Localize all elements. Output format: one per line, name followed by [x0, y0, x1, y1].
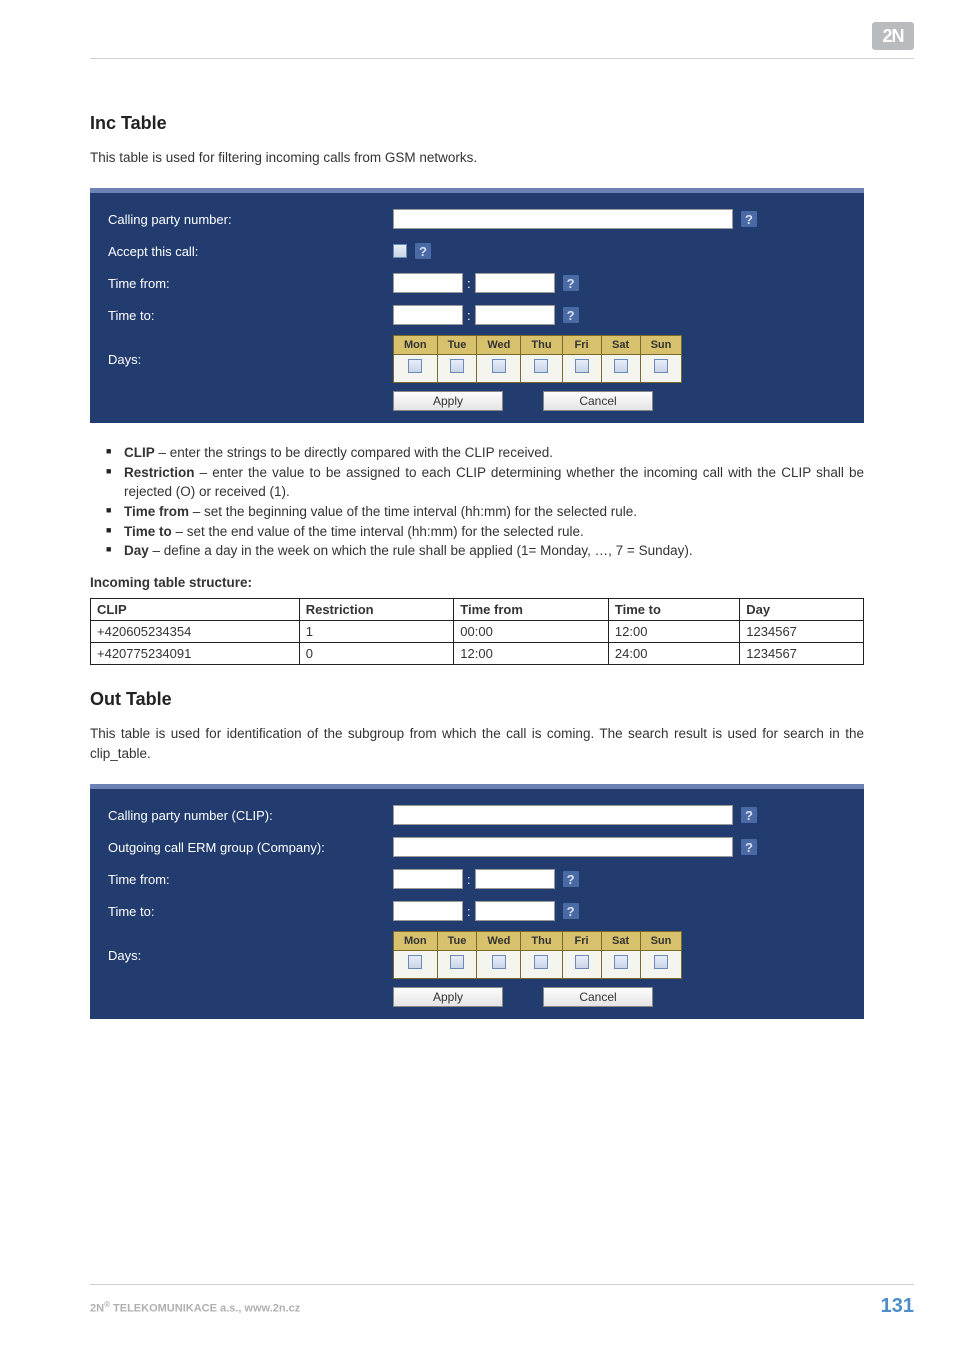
day-header: Tue — [437, 336, 477, 355]
label-days: Days: — [108, 948, 393, 963]
col-time-from: Time from — [454, 598, 609, 620]
field-descriptions: CLIP – enter the strings to be directly … — [90, 443, 864, 560]
help-icon[interactable]: ? — [741, 211, 757, 227]
brand-logo-text: 2N — [882, 26, 903, 47]
list-item: CLIP – enter the strings to be directly … — [124, 443, 864, 463]
inc-form-panel: Calling party number: ? Accept this call… — [90, 188, 864, 423]
time-from-hh[interactable] — [393, 869, 463, 889]
calling-clip-input[interactable] — [393, 805, 733, 825]
day-wed-checkbox[interactable] — [492, 359, 506, 373]
page-footer: 2N® TELEKOMUNIKACE a.s., www.2n.cz 131 — [90, 1284, 914, 1318]
day-wed-checkbox[interactable] — [492, 955, 506, 969]
day-header: Wed — [477, 932, 521, 951]
col-restriction: Restriction — [299, 598, 454, 620]
calling-party-input[interactable] — [393, 209, 733, 229]
list-item: Time to – set the end value of the time … — [124, 522, 864, 542]
table-row: +420775234091 0 12:00 24:00 1234567 — [91, 642, 864, 664]
out-form-panel: Calling party number (CLIP): ? Outgoing … — [90, 784, 864, 1019]
days-table: Mon Tue Wed Thu Fri Sat Sun — [393, 931, 682, 979]
time-to-mm[interactable] — [475, 305, 555, 325]
day-header: Fri — [562, 336, 601, 355]
day-header: Sun — [640, 336, 682, 355]
day-header: Mon — [394, 336, 438, 355]
day-fri-checkbox[interactable] — [575, 359, 589, 373]
out-table-desc: This table is used for identification of… — [90, 724, 864, 765]
label-time-from: Time from: — [108, 872, 393, 887]
out-table-heading: Out Table — [90, 689, 864, 710]
day-header: Mon — [394, 932, 438, 951]
table-row: +420605234354 1 00:00 12:00 1234567 — [91, 620, 864, 642]
help-icon[interactable]: ? — [563, 871, 579, 887]
day-header: Fri — [562, 932, 601, 951]
time-from-mm[interactable] — [475, 869, 555, 889]
day-header: Sun — [640, 932, 682, 951]
day-header: Sat — [601, 932, 640, 951]
day-sun-checkbox[interactable] — [654, 359, 668, 373]
list-item: Day – define a day in the week on which … — [124, 541, 864, 561]
cancel-button[interactable]: Cancel — [543, 391, 653, 411]
help-icon[interactable]: ? — [563, 275, 579, 291]
day-header: Thu — [521, 336, 562, 355]
time-from-mm[interactable] — [475, 273, 555, 293]
label-calling-clip: Calling party number (CLIP): — [108, 808, 393, 823]
day-sun-checkbox[interactable] — [654, 955, 668, 969]
help-icon[interactable]: ? — [563, 307, 579, 323]
day-header: Wed — [477, 336, 521, 355]
col-clip: CLIP — [91, 598, 300, 620]
day-fri-checkbox[interactable] — [575, 955, 589, 969]
time-colon: : — [467, 904, 471, 919]
day-header: Sat — [601, 336, 640, 355]
incoming-structure-table: CLIP Restriction Time from Time to Day +… — [90, 598, 864, 665]
label-days: Days: — [108, 352, 393, 367]
inc-table-desc: This table is used for filtering incomin… — [90, 148, 864, 168]
col-day: Day — [740, 598, 864, 620]
label-erm-group: Outgoing call ERM group (Company): — [108, 840, 393, 855]
day-mon-checkbox[interactable] — [408, 359, 422, 373]
inc-table-heading: Inc Table — [90, 113, 864, 134]
time-colon: : — [467, 308, 471, 323]
cancel-button[interactable]: Cancel — [543, 987, 653, 1007]
list-item: Restriction – enter the value to be assi… — [124, 463, 864, 502]
day-header: Thu — [521, 932, 562, 951]
time-to-mm[interactable] — [475, 901, 555, 921]
time-colon: : — [467, 276, 471, 291]
time-from-hh[interactable] — [393, 273, 463, 293]
footer-company: 2N® TELEKOMUNIKACE a.s., www.2n.cz — [90, 1300, 300, 1315]
label-accept-call: Accept this call: — [108, 244, 393, 259]
time-colon: : — [467, 872, 471, 887]
label-calling-party: Calling party number: — [108, 212, 393, 227]
time-to-hh[interactable] — [393, 901, 463, 921]
days-table: Mon Tue Wed Thu Fri Sat Sun — [393, 335, 682, 383]
brand-logo: 2N — [872, 22, 914, 50]
day-tue-checkbox[interactable] — [450, 359, 464, 373]
apply-button[interactable]: Apply — [393, 391, 503, 411]
day-sat-checkbox[interactable] — [614, 955, 628, 969]
day-header: Tue — [437, 932, 477, 951]
erm-group-input[interactable] — [393, 837, 733, 857]
day-thu-checkbox[interactable] — [534, 359, 548, 373]
day-sat-checkbox[interactable] — [614, 359, 628, 373]
day-thu-checkbox[interactable] — [534, 955, 548, 969]
list-item: Time from – set the beginning value of t… — [124, 502, 864, 522]
page-number: 131 — [881, 1295, 914, 1318]
label-time-from: Time from: — [108, 276, 393, 291]
day-tue-checkbox[interactable] — [450, 955, 464, 969]
help-icon[interactable]: ? — [741, 807, 757, 823]
apply-button[interactable]: Apply — [393, 987, 503, 1007]
header-rule — [90, 58, 914, 59]
label-time-to: Time to: — [108, 308, 393, 323]
incoming-structure-heading: Incoming table structure: — [90, 575, 864, 590]
day-mon-checkbox[interactable] — [408, 955, 422, 969]
help-icon[interactable]: ? — [563, 903, 579, 919]
help-icon[interactable]: ? — [415, 243, 431, 259]
time-to-hh[interactable] — [393, 305, 463, 325]
label-time-to: Time to: — [108, 904, 393, 919]
col-time-to: Time to — [608, 598, 739, 620]
help-icon[interactable]: ? — [741, 839, 757, 855]
accept-call-checkbox[interactable] — [393, 244, 407, 258]
